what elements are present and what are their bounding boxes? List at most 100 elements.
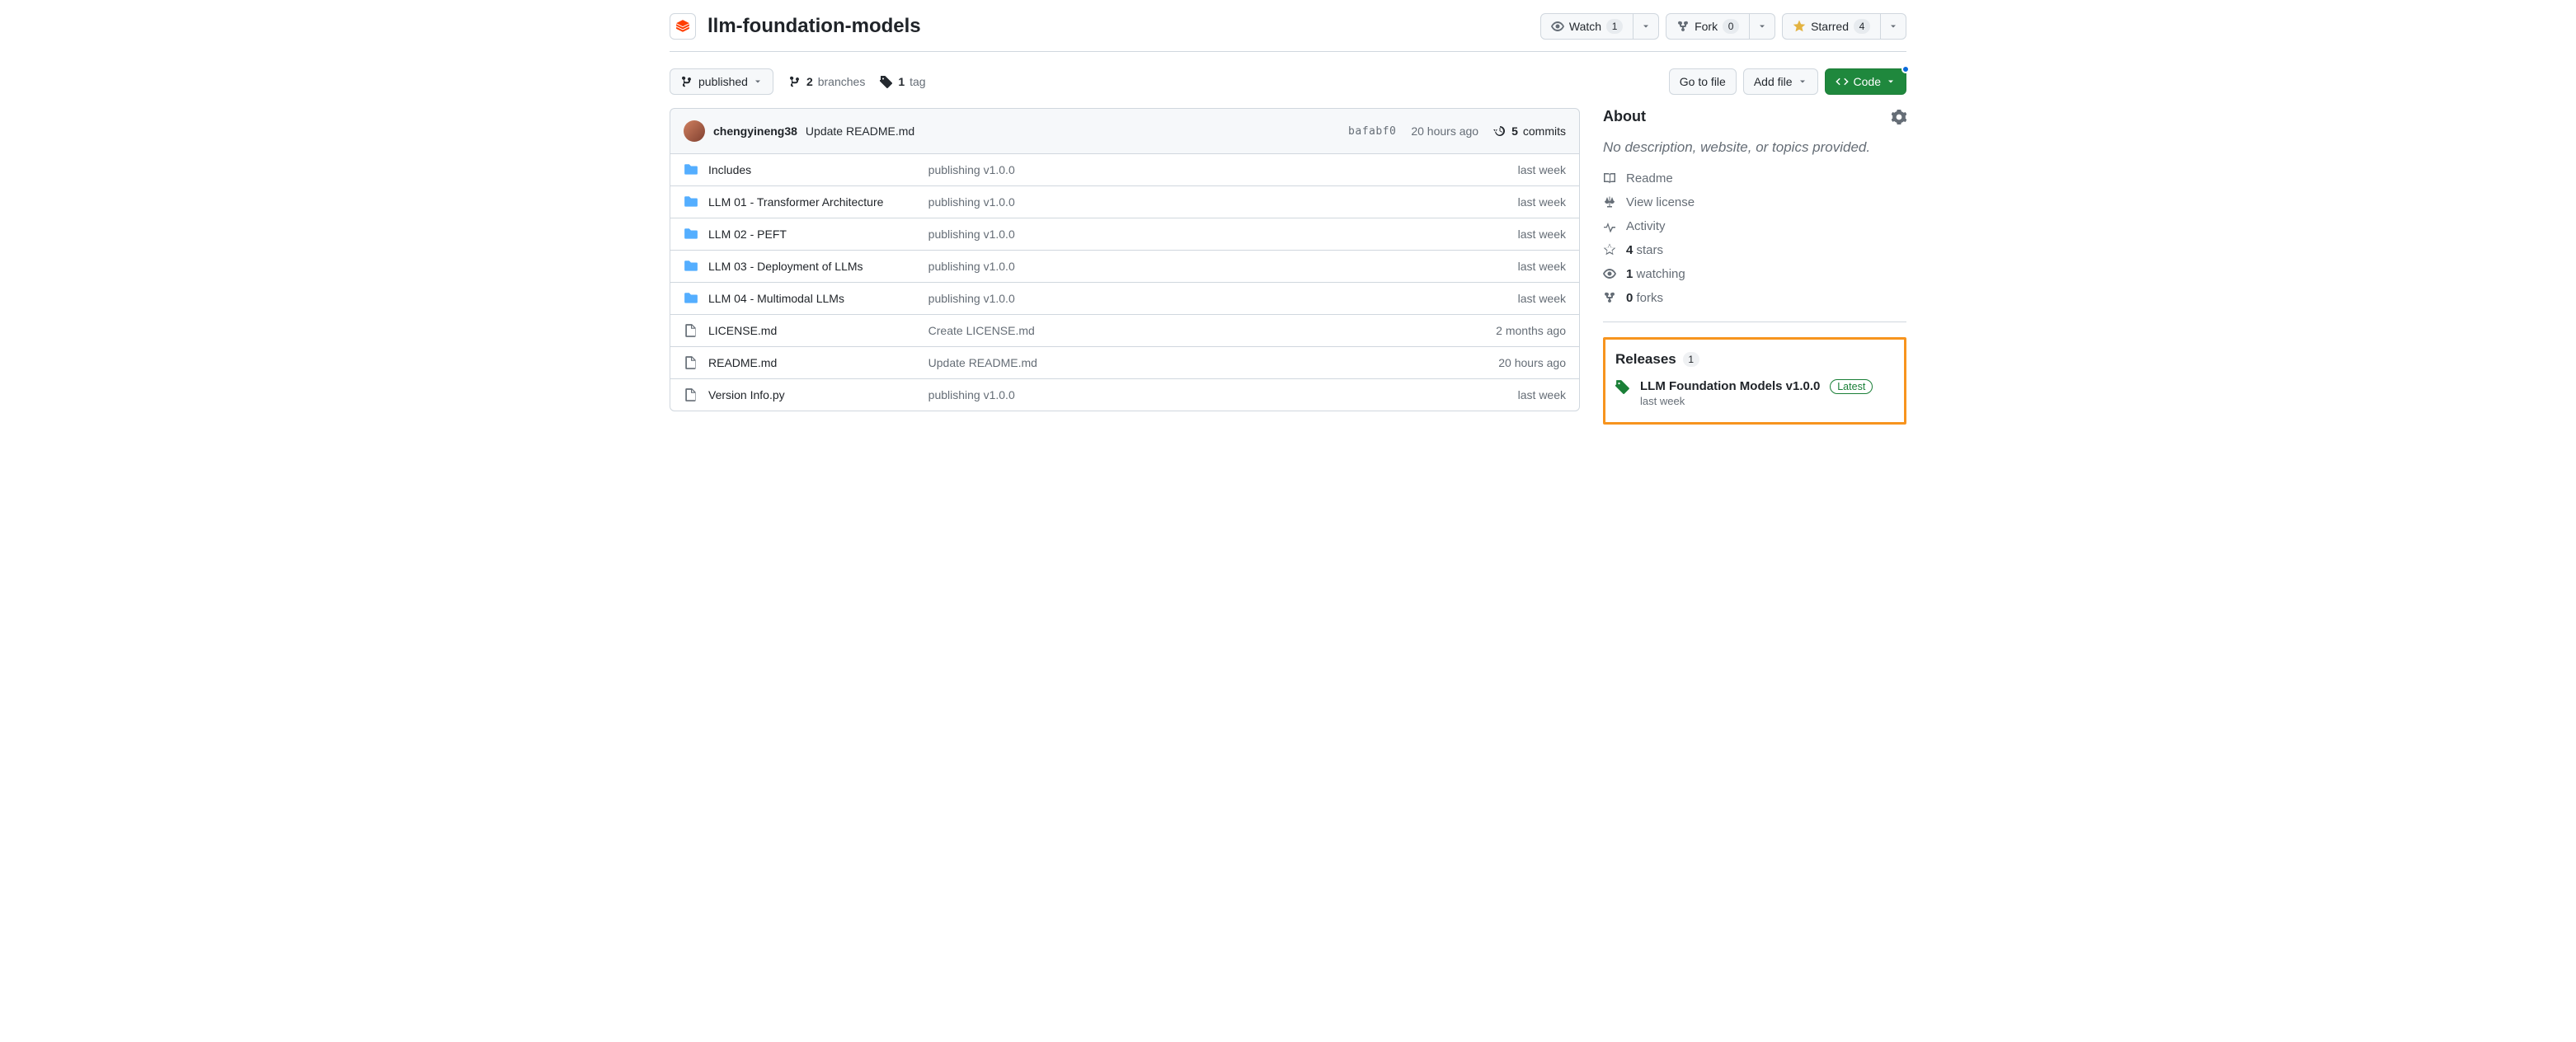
caret-down-icon: [753, 77, 763, 87]
file-name-link[interactable]: LLM 04 - Multimodal LLMs: [708, 292, 844, 305]
release-date: last week: [1640, 395, 1873, 407]
folder-icon: [684, 227, 698, 242]
star-dropdown[interactable]: [1881, 13, 1906, 40]
file-name-link[interactable]: LLM 03 - Deployment of LLMs: [708, 260, 863, 273]
eye-icon: [1551, 20, 1564, 33]
license-link[interactable]: View license: [1603, 195, 1906, 209]
file-row: README.md Update README.md 20 hours ago: [670, 347, 1580, 379]
file-date: last week: [1417, 228, 1566, 241]
eye-icon: [1603, 267, 1616, 280]
repo-toolbar: published 2 branches 1 tag Go to file Ad…: [670, 52, 1906, 108]
caret-down-icon: [1757, 21, 1767, 31]
file-commit-msg[interactable]: publishing v1.0.0: [928, 388, 1417, 401]
avatar[interactable]: [684, 120, 705, 142]
watch-count: 1: [1606, 19, 1623, 34]
file-date: last week: [1417, 195, 1566, 209]
release-link[interactable]: LLM Foundation Models v1.0.0 Latest last…: [1615, 379, 1894, 407]
file-row: LLM 04 - Multimodal LLMs publishing v1.0…: [670, 283, 1580, 315]
fork-button[interactable]: Fork 0: [1666, 13, 1750, 40]
folder-icon: [684, 195, 698, 209]
file-name-link[interactable]: LLM 01 - Transformer Architecture: [708, 195, 883, 209]
history-icon: [1493, 124, 1507, 138]
caret-down-icon: [1798, 77, 1807, 87]
star-button[interactable]: Starred 4: [1782, 13, 1881, 40]
file-name-link[interactable]: LICENSE.md: [708, 324, 777, 337]
repo-name[interactable]: llm-foundation-models: [707, 15, 921, 38]
branch-icon: [680, 75, 693, 88]
file-date: 2 months ago: [1417, 324, 1566, 337]
tags-link[interactable]: 1 tag: [880, 75, 925, 88]
fork-dropdown[interactable]: [1750, 13, 1775, 40]
releases-section: Releases 1 LLM Foundation Models v1.0.0 …: [1603, 337, 1906, 425]
law-icon: [1603, 195, 1616, 209]
watch-button-group: Watch 1: [1540, 13, 1659, 40]
star-filled-icon: [1793, 20, 1806, 33]
file-commit-msg[interactable]: publishing v1.0.0: [928, 163, 1417, 176]
latest-badge: Latest: [1830, 379, 1873, 394]
file-icon: [684, 355, 698, 370]
readme-link[interactable]: Readme: [1603, 171, 1906, 185]
branch-select-button[interactable]: published: [670, 68, 773, 95]
book-icon: [1603, 171, 1616, 185]
watching-link[interactable]: 1 watching: [1603, 267, 1906, 281]
file-row: LLM 03 - Deployment of LLMs publishing v…: [670, 251, 1580, 283]
goto-file-button[interactable]: Go to file: [1669, 68, 1737, 95]
activity-link[interactable]: Activity: [1603, 219, 1906, 233]
watch-button[interactable]: Watch 1: [1540, 13, 1634, 40]
fork-icon: [1676, 20, 1690, 33]
file-name-link[interactable]: README.md: [708, 356, 777, 369]
gear-icon[interactable]: [1892, 110, 1906, 124]
file-commit-msg[interactable]: publishing v1.0.0: [928, 260, 1417, 273]
file-commit-msg[interactable]: publishing v1.0.0: [928, 195, 1417, 209]
file-commit-msg[interactable]: Update README.md: [928, 356, 1417, 369]
folder-icon: [684, 162, 698, 177]
commit-message[interactable]: Update README.md: [806, 124, 914, 138]
star-count: 4: [1854, 19, 1870, 34]
stars-link[interactable]: 4 stars: [1603, 243, 1906, 257]
notification-dot-icon: [1901, 65, 1910, 73]
commit-time: 20 hours ago: [1411, 124, 1478, 138]
fork-count: 0: [1723, 19, 1739, 34]
file-commit-msg[interactable]: Create LICENSE.md: [928, 324, 1417, 337]
watch-dropdown[interactable]: [1634, 13, 1659, 40]
commits-link[interactable]: 5 commits: [1493, 124, 1566, 138]
releases-heading[interactable]: Releases: [1615, 351, 1676, 368]
file-commit-msg[interactable]: publishing v1.0.0: [928, 292, 1417, 305]
caret-down-icon: [1886, 77, 1896, 87]
about-description: No description, website, or topics provi…: [1603, 137, 1906, 158]
tag-icon: [1615, 379, 1630, 394]
commit-sha[interactable]: bafabf0: [1348, 125, 1396, 138]
file-row: LLM 01 - Transformer Architecture publis…: [670, 186, 1580, 218]
tag-icon: [880, 75, 893, 88]
releases-count: 1: [1683, 352, 1699, 367]
file-date: last week: [1417, 388, 1566, 401]
branch-icon: [788, 75, 801, 88]
fork-button-group: Fork 0: [1666, 13, 1775, 40]
file-date: last week: [1417, 292, 1566, 305]
file-icon: [684, 323, 698, 338]
star-button-group: Starred 4: [1782, 13, 1906, 40]
latest-commit-bar: chengyineng38 Update README.md bafabf0 2…: [670, 108, 1580, 154]
file-commit-msg[interactable]: publishing v1.0.0: [928, 228, 1417, 241]
file-date: last week: [1417, 260, 1566, 273]
caret-down-icon: [1641, 21, 1651, 31]
folder-icon: [684, 291, 698, 306]
code-button[interactable]: Code: [1825, 68, 1906, 95]
caret-down-icon: [1888, 21, 1898, 31]
branches-link[interactable]: 2 branches: [788, 75, 865, 88]
file-date: 20 hours ago: [1417, 356, 1566, 369]
add-file-button[interactable]: Add file: [1743, 68, 1818, 95]
file-row: Includes publishing v1.0.0 last week: [670, 154, 1580, 186]
folder-icon: [684, 259, 698, 274]
repo-logo-icon: [670, 13, 696, 40]
file-row: LLM 02 - PEFT publishing v1.0.0 last wee…: [670, 218, 1580, 251]
code-icon: [1836, 75, 1849, 88]
file-name-link[interactable]: LLM 02 - PEFT: [708, 228, 787, 241]
forks-link[interactable]: 0 forks: [1603, 291, 1906, 305]
file-name-link[interactable]: Version Info.py: [708, 388, 785, 401]
file-date: last week: [1417, 163, 1566, 176]
file-icon: [684, 387, 698, 402]
about-heading: About: [1603, 108, 1646, 125]
commit-author[interactable]: chengyineng38: [713, 124, 797, 138]
file-name-link[interactable]: Includes: [708, 163, 751, 176]
